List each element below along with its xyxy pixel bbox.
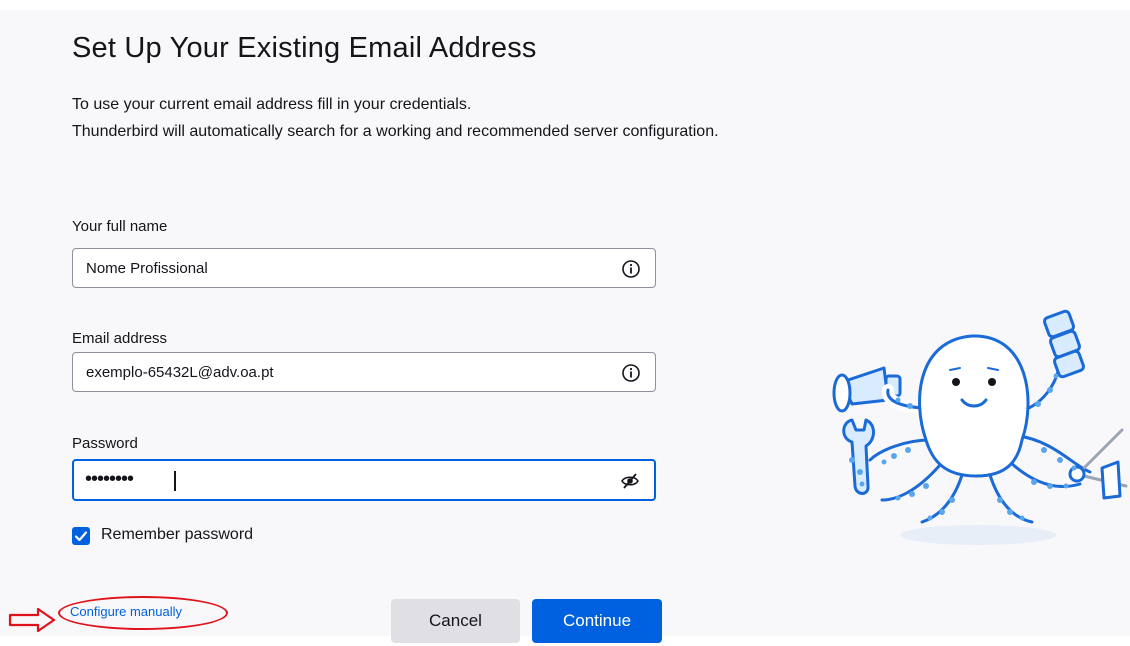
- description-line-1: To use your current email address fill i…: [72, 96, 472, 113]
- email-label: Email address: [72, 330, 168, 347]
- octopus-mascot-illustration: [832, 309, 1128, 545]
- checkmark-icon: [74, 531, 88, 542]
- password-label: Password: [72, 435, 138, 452]
- annotation-arrow-icon: [8, 608, 56, 632]
- email-value: exemplo-65432L@adv.oa.pt: [86, 364, 274, 381]
- full-name-label: Your full name: [72, 218, 168, 235]
- configure-manually-link[interactable]: Configure manually: [70, 604, 182, 619]
- text-caret: [174, 471, 176, 491]
- continue-button[interactable]: Continue: [532, 599, 662, 643]
- eye-slash-icon[interactable]: [620, 471, 640, 491]
- full-name-field[interactable]: Nome Profissional: [72, 248, 656, 288]
- page-title: Set Up Your Existing Email Address: [72, 32, 537, 64]
- password-field[interactable]: ••••••••: [72, 459, 656, 501]
- remember-password-checkbox[interactable]: [72, 527, 90, 545]
- email-field[interactable]: exemplo-65432L@adv.oa.pt: [72, 352, 656, 392]
- account-setup-panel: Set Up Your Existing Email Address To us…: [0, 10, 1130, 643]
- remember-password-label: Remember password: [101, 526, 254, 543]
- full-name-value: Nome Profissional: [86, 260, 208, 277]
- cancel-button[interactable]: Cancel: [391, 599, 520, 643]
- info-icon[interactable]: [621, 363, 641, 383]
- description-line-2: Thunderbird will automatically search fo…: [72, 123, 719, 140]
- password-masked-value: ••••••••: [85, 468, 134, 490]
- info-icon[interactable]: [621, 259, 641, 279]
